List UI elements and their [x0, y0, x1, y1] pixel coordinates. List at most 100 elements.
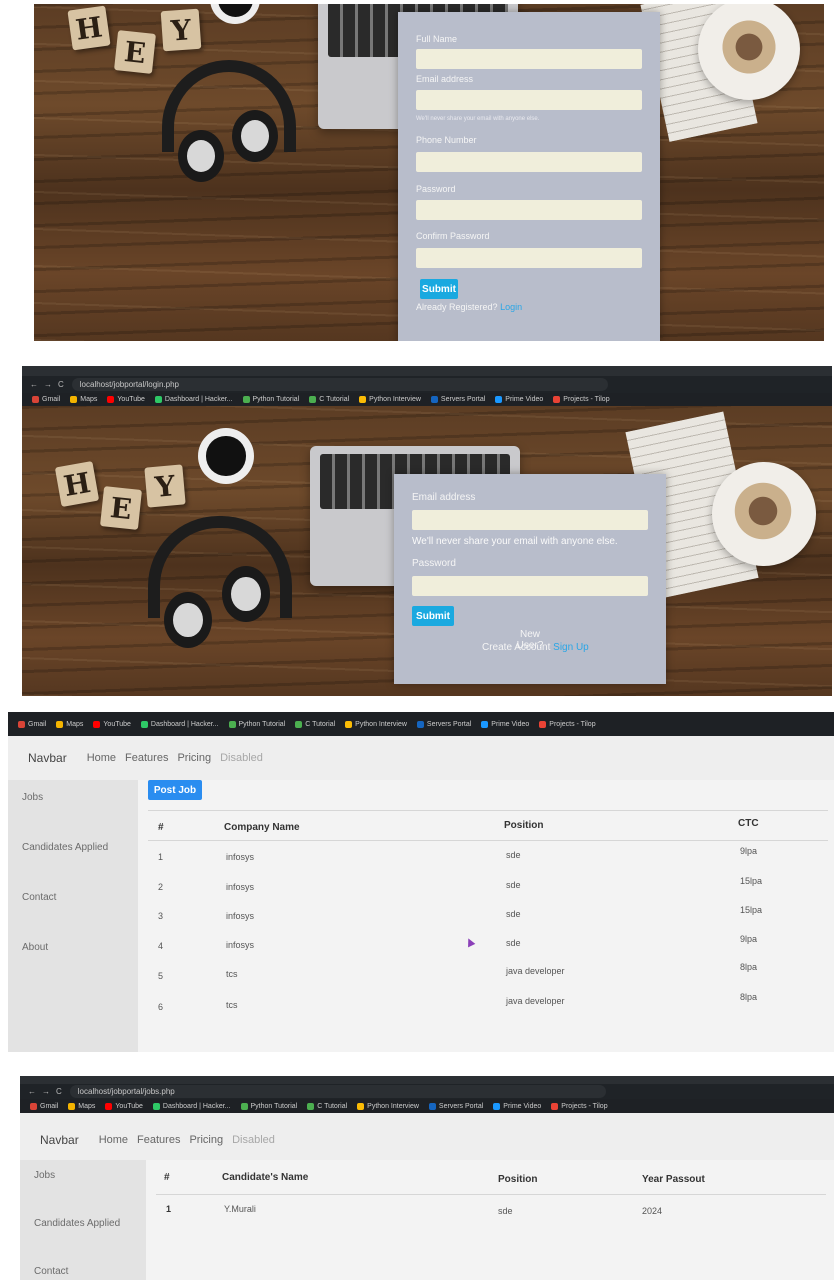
navbar: Navbar Home Features Pricing Disabled — [20, 1120, 834, 1160]
login-submit-button[interactable]: Submit — [412, 606, 454, 626]
bookmark-dashboard[interactable]: Dashboard | Hacker... — [154, 396, 233, 403]
bookmark-python-interview[interactable]: Python Interview — [359, 396, 421, 403]
bookmark-gmail[interactable]: Gmail — [30, 1102, 59, 1110]
bookmark-c[interactable]: C Tutorial — [295, 720, 335, 728]
bookmark-python[interactable]: Python Tutorial — [240, 1102, 297, 1110]
bookmark-c[interactable]: C Tutorial — [307, 1102, 347, 1110]
bookmark-prime[interactable]: Prime Video — [495, 396, 543, 403]
bookmark-servers[interactable]: Servers Portal — [416, 720, 471, 728]
bookmark-label: Gmail — [40, 1102, 59, 1110]
bookmark-c[interactable]: C Tutorial — [309, 396, 349, 403]
nav-home[interactable]: Home — [87, 752, 116, 764]
bookmark-maps[interactable]: Maps — [70, 396, 97, 403]
back-icon[interactable]: ← — [28, 1087, 36, 1096]
nav-home[interactable]: Home — [99, 1134, 128, 1146]
nav-features[interactable]: Features — [125, 752, 168, 764]
bookmark-label: Projects - Tilop — [563, 396, 610, 403]
bookmark-label: Dashboard | Hacker... — [150, 720, 219, 728]
bookmark-projects[interactable]: Projects - Tilop — [551, 1102, 608, 1110]
bookmark-youtube[interactable]: YouTube — [93, 720, 131, 728]
sidebar-item-jobs[interactable]: Jobs — [34, 1170, 55, 1181]
forward-icon[interactable]: → — [42, 1087, 50, 1096]
sidebar-item-candidates-applied[interactable]: Candidates Applied — [22, 842, 108, 853]
post-job-button[interactable]: Post Job — [148, 780, 202, 800]
back-icon[interactable]: ← — [30, 380, 38, 389]
sidebar: Jobs Candidates Applied Contact About — [8, 780, 138, 1052]
login-password-input[interactable] — [412, 576, 648, 596]
bookmark-label: Python Interview — [367, 1102, 419, 1110]
reload-icon[interactable]: C — [58, 380, 64, 389]
login-email-input[interactable] — [412, 510, 648, 530]
login-link[interactable]: Login — [500, 302, 522, 312]
confirm-password-input[interactable] — [416, 248, 642, 268]
navbar-brand[interactable]: Navbar — [40, 1133, 79, 1147]
w3schools-icon — [228, 720, 236, 728]
phone-input[interactable] — [416, 152, 642, 172]
candidates-header-year: Year Passout — [642, 1174, 705, 1185]
full-name-input[interactable] — [416, 49, 642, 69]
bookmark-label: Dashboard | Hacker... — [162, 1102, 231, 1110]
bookmark-python[interactable]: Python Tutorial — [228, 720, 285, 728]
bookmark-gmail[interactable]: Gmail — [32, 396, 60, 403]
bookmark-dashboard[interactable]: Dashboard | Hacker... — [152, 1102, 231, 1110]
login-page: H E Y Email address We'll never share yo… — [22, 406, 832, 696]
letter-block: E — [114, 30, 156, 74]
prime-video-icon — [495, 396, 503, 403]
bookmark-python[interactable]: Python Tutorial — [242, 396, 299, 403]
bookmark-youtube[interactable]: YouTube — [107, 396, 145, 403]
phone-label: Phone Number — [416, 135, 477, 145]
bookmark-maps[interactable]: Maps — [68, 1102, 96, 1110]
url-field[interactable]: localhost/jobportal/login.php — [71, 378, 608, 391]
nav-pricing[interactable]: Pricing — [189, 1134, 223, 1146]
letter-block: H — [67, 5, 111, 51]
nav-features[interactable]: Features — [137, 1134, 180, 1146]
bookmarks-bar: Gmail Maps YouTube Dashboard | Hacker...… — [8, 712, 834, 736]
signup-submit-button[interactable]: Submit — [420, 279, 458, 299]
bookmark-label: Maps — [66, 720, 84, 728]
nav-pricing[interactable]: Pricing — [177, 752, 211, 764]
bookmark-prime[interactable]: Prime Video — [481, 720, 529, 728]
bookmark-projects[interactable]: Projects - Tilop — [553, 396, 610, 403]
sidebar-item-jobs[interactable]: Jobs — [22, 792, 43, 803]
bookmark-python-interview[interactable]: Python Interview — [357, 1102, 419, 1110]
already-registered-label: Already Registered? — [416, 302, 498, 312]
bookmark-python-interview[interactable]: Python Interview — [345, 720, 407, 728]
headphones-earcup — [178, 130, 224, 182]
jobs-cell-index: 6 — [158, 1002, 164, 1012]
bookmark-label: Servers Portal — [438, 1102, 484, 1110]
w3schools-icon — [307, 1102, 315, 1110]
drive-icon — [345, 720, 353, 728]
bookmark-label: Maps — [78, 1102, 96, 1110]
bookmark-label: Python Interview — [355, 720, 407, 728]
url-field[interactable]: localhost/jobportal/jobs.php — [69, 1085, 606, 1098]
reload-icon[interactable]: C — [56, 1087, 62, 1096]
bookmark-servers[interactable]: Servers Portal — [430, 396, 485, 403]
sidebar-item-contact[interactable]: Contact — [22, 892, 56, 903]
gmail-icon — [32, 396, 39, 403]
full-name-label: Full Name — [416, 34, 458, 44]
bookmark-maps[interactable]: Maps — [56, 720, 84, 728]
bookmark-projects[interactable]: Projects - Tilop — [539, 720, 596, 728]
bookmark-dashboard[interactable]: Dashboard | Hacker... — [140, 720, 219, 728]
sidebar-item-contact[interactable]: Contact — [34, 1266, 68, 1277]
w3schools-icon — [295, 720, 303, 728]
bookmark-servers[interactable]: Servers Portal — [428, 1102, 484, 1110]
password-input[interactable] — [416, 200, 642, 220]
bookmark-youtube[interactable]: YouTube — [105, 1102, 143, 1110]
confirm-password-label: Confirm Password — [416, 231, 490, 241]
jobs-cell-index: 1 — [158, 852, 164, 862]
jobs-cell-ctc: 9lpa — [740, 846, 758, 856]
sidebar-item-about[interactable]: About — [22, 942, 48, 953]
forward-icon[interactable]: → — [44, 380, 52, 389]
jobs-cell-position: sde — [506, 938, 521, 948]
bookmark-gmail[interactable]: Gmail — [18, 720, 46, 728]
email-input[interactable] — [416, 90, 642, 110]
jobs-cell-ctc: 8lpa — [740, 992, 758, 1002]
w3schools-icon — [240, 1102, 248, 1110]
navbar-brand[interactable]: Navbar — [28, 751, 67, 765]
sign-up-link[interactable]: Sign Up — [553, 642, 589, 653]
youtube-icon — [105, 1102, 113, 1110]
bookmark-prime[interactable]: Prime Video — [493, 1102, 541, 1110]
letter-block: H — [54, 461, 100, 507]
sidebar-item-candidates-applied[interactable]: Candidates Applied — [34, 1218, 120, 1229]
